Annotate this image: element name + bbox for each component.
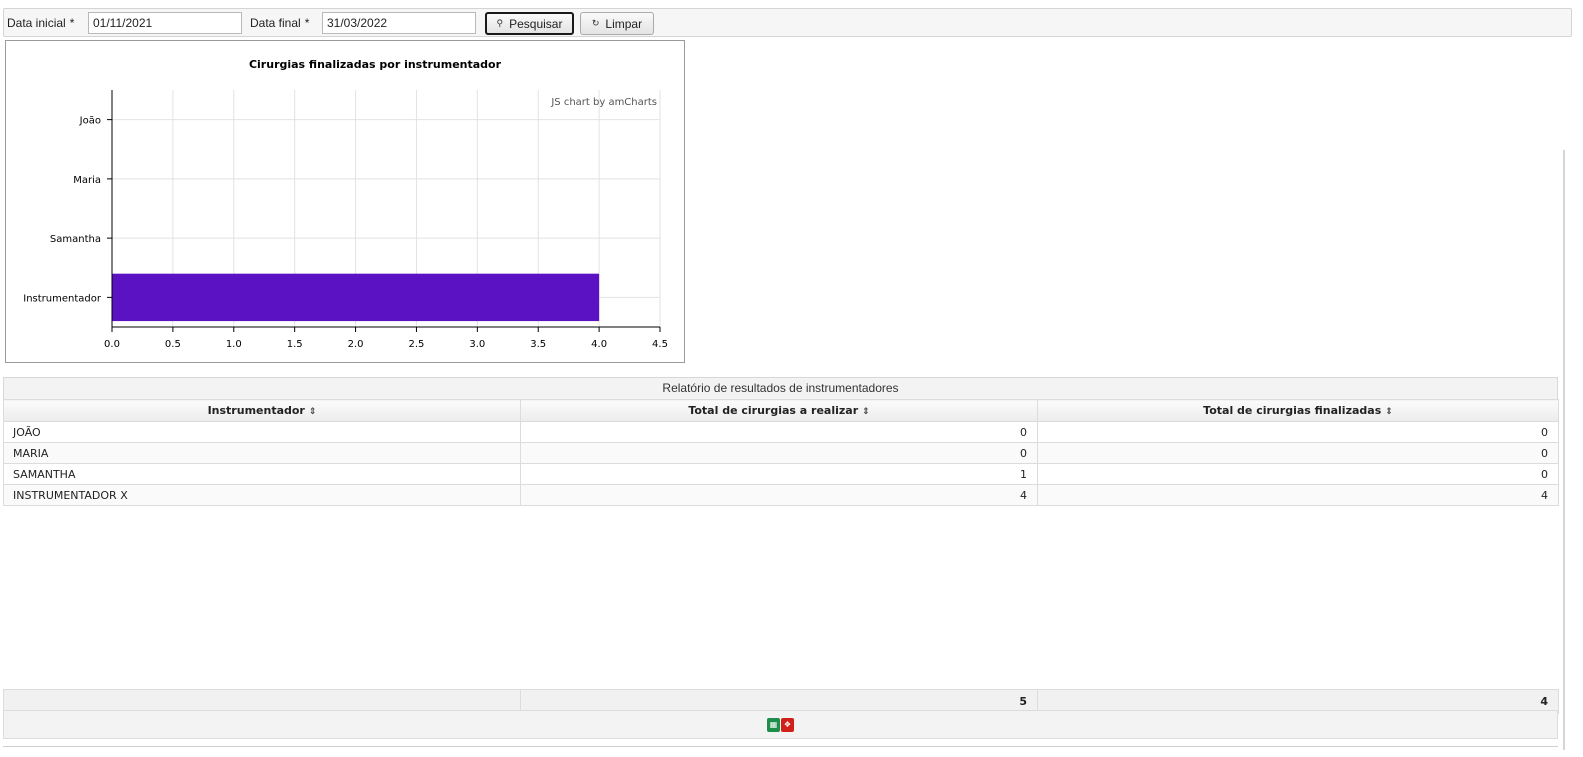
x-tick-label: 4.0: [591, 339, 607, 350]
y-tick-label: Instrumentador: [23, 293, 102, 304]
cell-done: 0: [1037, 442, 1559, 464]
x-tick-label: 2.5: [408, 339, 424, 350]
x-tick-label: 4.5: [652, 339, 668, 350]
sort-icon: ⇕: [862, 407, 870, 417]
column-header-done[interactable]: Total de cirurgias finalizadas ⇕: [1037, 399, 1559, 422]
cell-done: 0: [1037, 463, 1559, 485]
column-header-instrumentador[interactable]: Instrumentador ⇕: [3, 399, 521, 422]
x-tick-label: 1.5: [287, 339, 303, 350]
x-tick-label: 2.0: [348, 339, 364, 350]
cell-to-do: 0: [520, 442, 1038, 464]
bar-chart: Cirurgias finalizadas por instrumentador…: [23, 58, 668, 350]
sort-icon: ⇕: [308, 407, 317, 417]
table-row: MARIA 0 0: [3, 442, 1559, 464]
chart-panel: Cirurgias finalizadas por instrumentador…: [5, 40, 685, 363]
sort-icon: ⇕: [1385, 407, 1393, 417]
divider: [3, 746, 1558, 747]
column-header-to-do[interactable]: Total de cirurgias a realizar ⇕: [520, 399, 1038, 422]
cell-to-do: 1: [520, 463, 1038, 485]
refresh-icon: ↻: [591, 18, 600, 28]
excel-export-icon[interactable]: ▦: [767, 717, 780, 732]
x-tick-label: 1.0: [226, 339, 242, 350]
cell-to-do: 4: [520, 484, 1038, 506]
x-tick-label: 0.0: [104, 339, 120, 350]
chart-title: Cirurgias finalizadas por instrumentador: [249, 58, 502, 71]
x-tick-label: 0.5: [165, 339, 181, 350]
clear-button[interactable]: ↻ Limpar: [580, 12, 654, 35]
cell-name: SAMANTHA: [3, 463, 521, 485]
cell-name: INSTRUMENTADOR X: [3, 484, 521, 506]
start-date-label: Data inicial *: [7, 16, 75, 30]
cell-name: MARIA: [3, 442, 521, 464]
end-date-label: Data final *: [250, 16, 310, 30]
report-title: Relatório de resultados de instrumentado…: [3, 377, 1558, 399]
y-tick-label: Maria: [73, 175, 101, 186]
x-tick-label: 3.5: [530, 339, 546, 350]
start-date-input[interactable]: [88, 12, 242, 34]
scrollbar[interactable]: [1563, 150, 1565, 750]
y-tick-label: João: [79, 116, 101, 127]
filter-bar: Data inicial* Data final* ⚲ Pesquisar ↻ …: [3, 8, 1572, 37]
search-icon: ⚲: [496, 18, 504, 28]
cell-name: JOÃO: [3, 421, 521, 443]
table-row: INSTRUMENTADOR X 4 4: [3, 484, 1559, 506]
search-button[interactable]: ⚲ Pesquisar: [485, 12, 574, 35]
cell-done: 4: [1037, 484, 1559, 506]
cell-to-do: 0: [520, 421, 1038, 443]
table-row: SAMANTHA 1 0: [3, 463, 1559, 485]
report-table: Instrumentador ⇕ Total de cirurgias a rea…: [3, 399, 1559, 506]
pdf-export-icon[interactable]: ❖: [781, 717, 794, 732]
chart-credit: JS chart by amCharts: [550, 97, 657, 108]
table-row: JOÃO 0 0: [3, 421, 1559, 443]
y-tick-label: Samantha: [50, 234, 101, 245]
export-bar: ▦ ❖: [3, 710, 1558, 739]
cell-done: 0: [1037, 421, 1559, 443]
x-tick-label: 3.0: [469, 339, 485, 350]
bar: [112, 273, 600, 322]
end-date-input[interactable]: [322, 12, 476, 34]
